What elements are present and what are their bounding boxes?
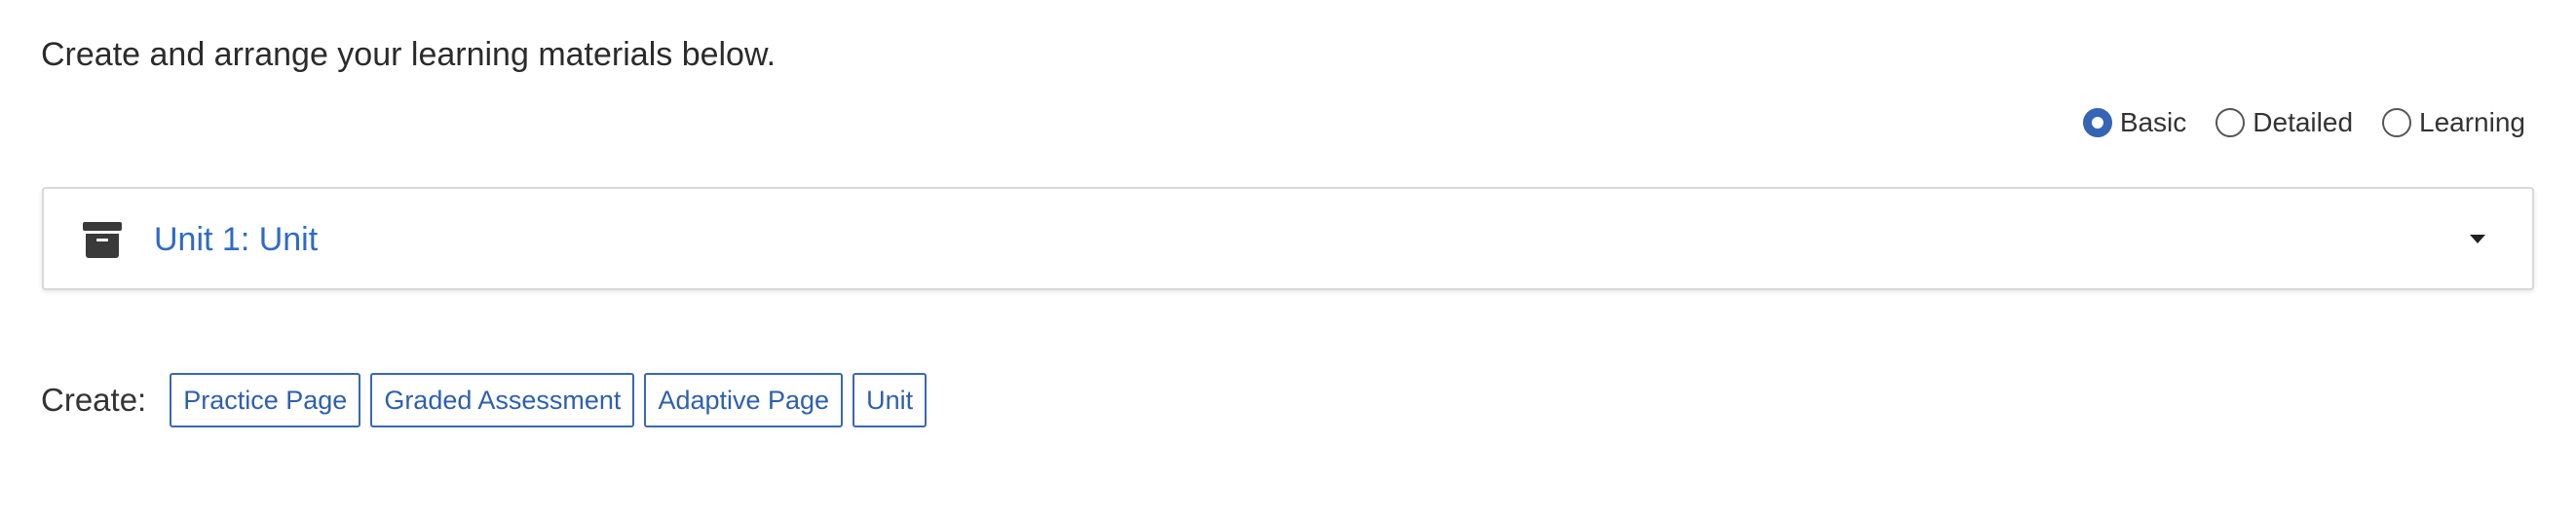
view-mode-radio-group: Basic Detailed Learning xyxy=(2082,107,2525,138)
archive-box-icon xyxy=(83,222,122,258)
create-label: Create: xyxy=(41,382,147,418)
page-intro-text: Create and arrange your learning materia… xyxy=(41,36,777,73)
caret-down-icon[interactable] xyxy=(2470,235,2485,243)
create-practice-page-button[interactable]: Practice Page xyxy=(170,373,361,427)
view-option-detailed[interactable]: Detailed xyxy=(2216,107,2353,138)
create-adaptive-page-button[interactable]: Adaptive Page xyxy=(644,373,844,427)
radio-learning[interactable] xyxy=(2382,108,2412,137)
radio-detailed[interactable] xyxy=(2216,108,2246,137)
create-toolbar: Create: Practice Page Graded Assessment … xyxy=(41,373,936,427)
view-option-basic[interactable]: Basic xyxy=(2082,107,2187,138)
create-unit-button[interactable]: Unit xyxy=(852,373,928,427)
create-graded-assessment-button[interactable]: Graded Assessment xyxy=(370,373,635,427)
view-option-detailed-label: Detailed xyxy=(2253,107,2354,137)
radio-basic-selected[interactable] xyxy=(2082,108,2112,137)
view-option-learning-label: Learning xyxy=(2419,107,2525,137)
unit-card[interactable]: Unit 1: Unit xyxy=(42,187,2534,290)
view-option-learning[interactable]: Learning xyxy=(2382,107,2525,138)
unit-title-link[interactable]: Unit 1: Unit xyxy=(154,218,318,261)
view-option-basic-label: Basic xyxy=(2119,107,2187,137)
